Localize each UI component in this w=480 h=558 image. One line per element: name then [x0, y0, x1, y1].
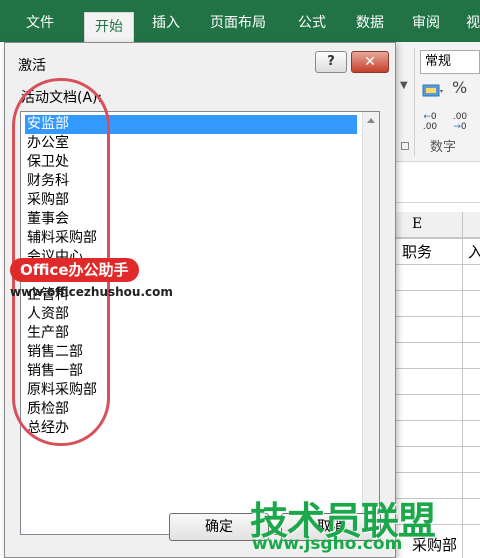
number-group-label: 数字: [430, 140, 457, 155]
list-item[interactable]: 采购部: [25, 191, 357, 210]
ribbon-separator: [414, 48, 415, 156]
dialog-title: 激活: [18, 58, 46, 74]
listbox-scrollbar[interactable]: [362, 112, 379, 534]
accounting-format-icon[interactable]: [422, 82, 444, 100]
number-format-select[interactable]: 常规: [420, 50, 480, 74]
chevron-down-icon[interactable]: ▼: [400, 80, 408, 91]
scroll-up-arrow-icon[interactable]: [367, 118, 375, 123]
list-item[interactable]: 董事会: [25, 210, 357, 229]
formula-bar-area: [396, 163, 480, 203]
column-header-row: [396, 212, 480, 238]
tab-page-layout[interactable]: 页面布局: [200, 10, 276, 36]
list-item[interactable]: 办公室: [25, 134, 357, 153]
list-item[interactable]: 辅料采购部: [25, 229, 357, 248]
grid-line: [396, 316, 480, 317]
list-item[interactable]: 总经办: [25, 419, 357, 438]
grid-line: [396, 238, 480, 239]
list-item[interactable]: 人资部: [25, 305, 357, 324]
decrease-decimal-button[interactable]: .00 →0: [448, 112, 472, 132]
cell-header-position[interactable]: 职务: [402, 241, 432, 262]
tab-data[interactable]: 数据: [346, 10, 394, 36]
watermark-brand-url: www.jsgho.com: [252, 534, 403, 554]
tab-file[interactable]: 文件: [16, 10, 64, 36]
cell-header-next[interactable]: 入: [468, 241, 480, 262]
list-item[interactable]: 质检部: [25, 400, 357, 419]
list-item[interactable]: 销售一部: [25, 362, 357, 381]
activate-dialog: 激活 ? ✕ 活动文档(A): 安监部 办公室 保卫处 财务科 采购部 董事会 …: [4, 42, 396, 558]
grid-line: [396, 290, 480, 291]
ribbon-tab-bar: 文件 开始 插入 页面布局 公式 数据 审阅 视: [0, 0, 480, 42]
list-item[interactable]: 原料采购部: [25, 381, 357, 400]
tab-review[interactable]: 审阅: [402, 10, 450, 36]
tab-insert[interactable]: 插入: [142, 10, 190, 36]
list-label: 活动文档(A):: [21, 90, 103, 106]
close-button[interactable]: ✕: [351, 51, 389, 73]
column-header-e[interactable]: E: [412, 216, 422, 232]
list-item[interactable]: 保卫处: [25, 153, 357, 172]
tab-view[interactable]: 视: [456, 10, 480, 36]
grid-line: [396, 420, 480, 421]
increase-decimal-button[interactable]: ←0.00: [418, 112, 442, 132]
watermark-badge: Office办公助手: [10, 258, 139, 282]
document-listbox[interactable]: 安监部 办公室 保卫处 财务科 采购部 董事会 辅料采购部 会议中心 企管科 人…: [20, 111, 380, 535]
grid-line: [396, 342, 480, 343]
percent-style-button[interactable]: %: [452, 78, 467, 97]
grid-line: [396, 446, 480, 447]
grid-line: [396, 368, 480, 369]
grid-line: [396, 394, 480, 395]
dialog-launcher-icon[interactable]: [401, 142, 409, 150]
tab-home[interactable]: 开始: [84, 12, 134, 42]
watermark-url: www.officezhushou.com: [10, 285, 173, 299]
list-item[interactable]: 安监部: [25, 115, 357, 134]
list-item[interactable]: 财务科: [25, 172, 357, 191]
list-item[interactable]: 生产部: [25, 324, 357, 343]
tab-formulas[interactable]: 公式: [288, 10, 336, 36]
grid-line: [396, 472, 480, 473]
list-item[interactable]: 销售二部: [25, 343, 357, 362]
help-button[interactable]: ?: [315, 51, 347, 73]
grid-line: [396, 264, 480, 265]
